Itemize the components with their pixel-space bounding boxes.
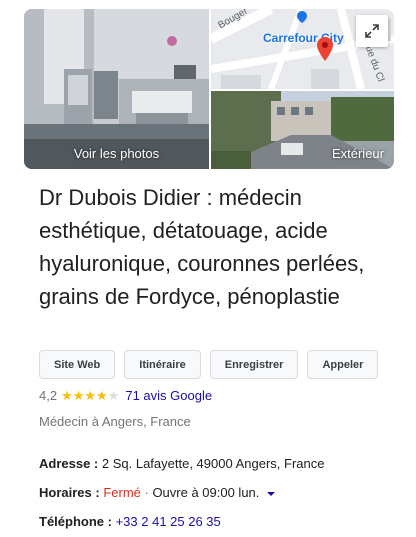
action-buttons: Site Web Itinéraire Enregistrer Appeler [39,350,379,379]
rating-row: 4,2 ★ ★ ★ ★ ★ 71 avis Google [39,388,212,403]
phone-row: Téléphone : +33 2 41 25 26 35 [39,514,221,529]
view-photos-label[interactable]: Voir les photos [24,146,209,161]
website-button[interactable]: Site Web [39,350,116,379]
photo-gallery: Voir les photos Bouger Rue du Cl Carrefo… [24,9,394,169]
map-pin-icon [317,37,333,61]
business-title: Dr Dubois Didier : médecin esthétique, d… [39,185,365,309]
reviews-link[interactable]: 71 avis Google [125,388,212,403]
hours-next-open[interactable]: Ouvre à 09:00 lun. [152,485,259,500]
call-button[interactable]: Appeler [307,350,379,379]
hours-separator: : [91,485,104,500]
rating-value: 4,2 [39,388,58,403]
hours-row: Horaires : Fermé · Ouvre à 09:00 lun. [39,485,276,500]
save-button[interactable]: Enregistrer [209,350,299,379]
hours-label: Horaires [39,485,92,500]
expand-map-button[interactable] [356,15,388,47]
interior-photo[interactable]: Voir les photos [24,9,209,169]
chevron-down-icon[interactable] [266,490,276,498]
phone-number[interactable]: +33 2 41 25 26 35 [116,514,221,529]
category-text: Médecin à Angers, France [39,414,191,429]
phone-label: Téléphone [39,514,105,529]
directions-button[interactable]: Itinéraire [124,350,201,379]
map-tile[interactable]: Bouger Rue du Cl Carrefour City [211,9,394,89]
address-label: Adresse [39,456,91,471]
address-value: 2 Sq. Lafayette, 49000 Angers, France [101,456,325,471]
address-row: Adresse : 2 Sq. Lafayette, 49000 Angers,… [39,456,324,471]
star-icon: ★ [84,388,97,403]
expand-icon [365,24,379,38]
exterior-photo[interactable]: Extérieur [211,91,394,169]
hours-status: Fermé [103,485,141,500]
star-icon: ★ [107,388,120,403]
star-icon: ★ [61,388,73,403]
address-separator: : [90,456,102,471]
hours-dot: · [140,485,153,500]
star-rating: ★ ★ ★ ★ ★ [61,389,119,402]
interior-photo-image [24,9,209,169]
star-icon: ★ [96,388,108,403]
exterior-label[interactable]: Extérieur [332,146,384,161]
phone-separator: : [104,514,116,529]
star-icon: ★ [72,388,85,403]
shop-pin-icon [297,11,307,23]
